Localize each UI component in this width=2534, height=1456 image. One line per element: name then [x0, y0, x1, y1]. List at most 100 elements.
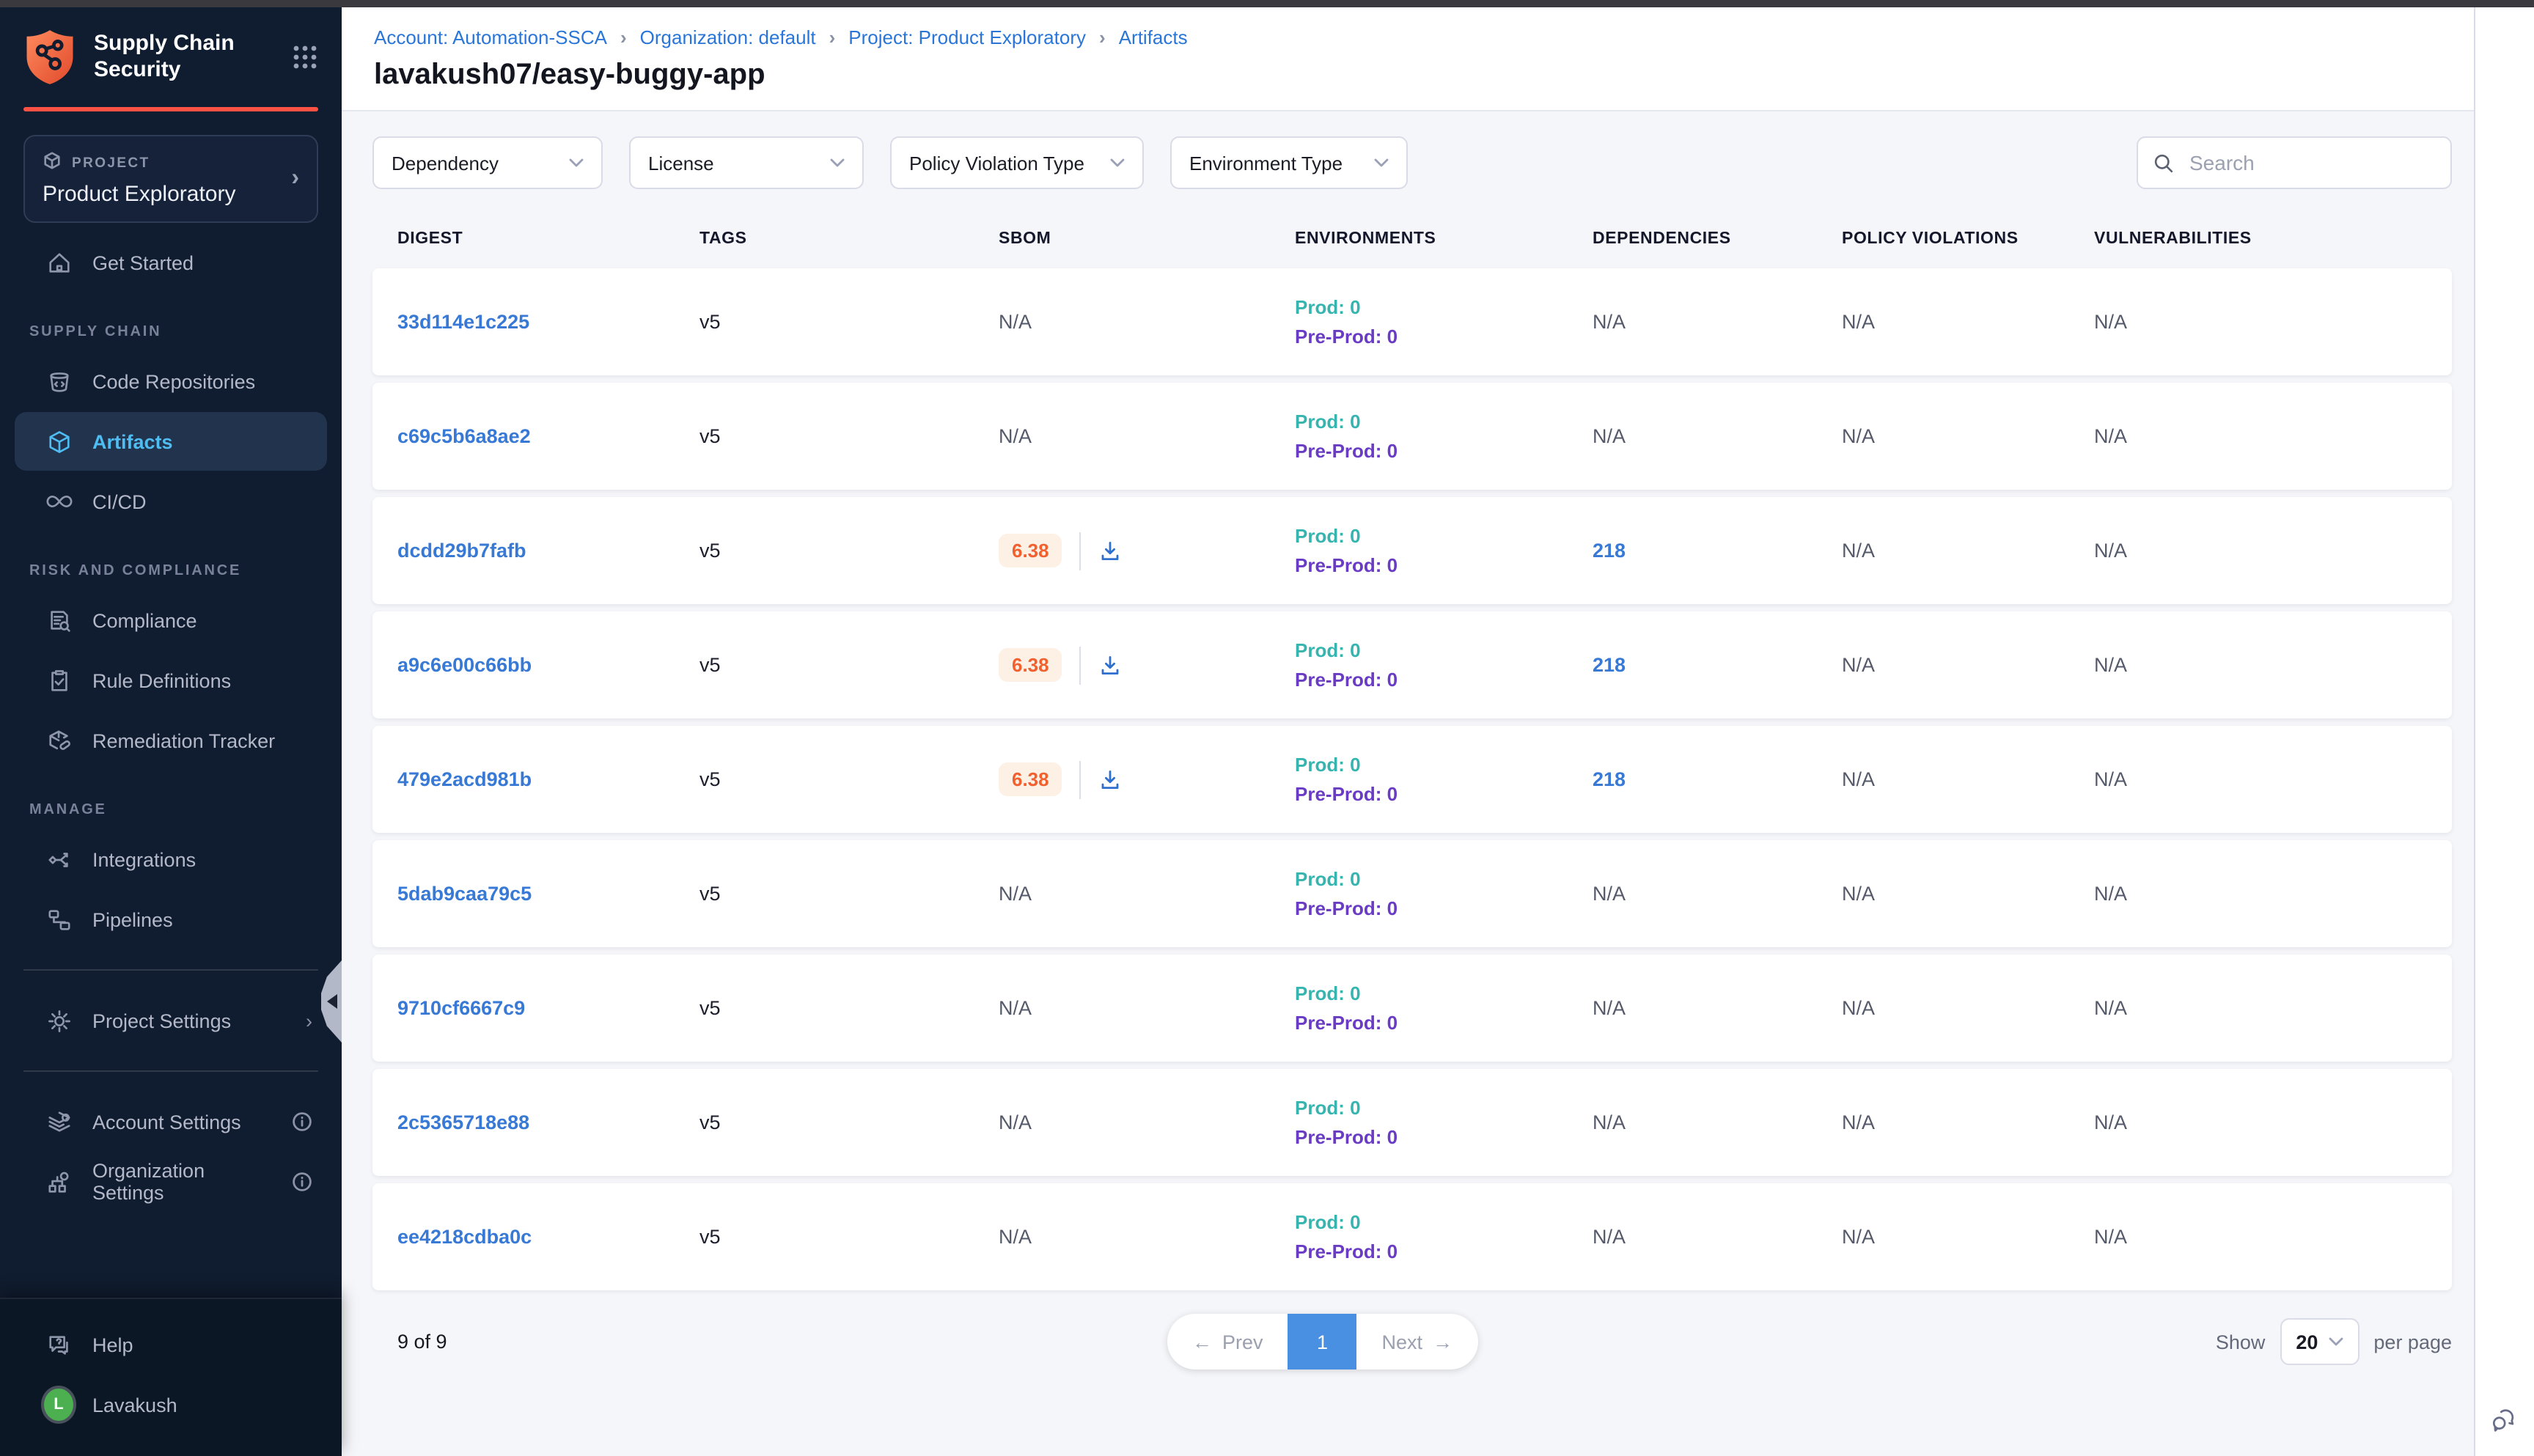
- artifact-table: DIGESTTAGSSBOMENVIRONMENTSDEPENDENCIESPO…: [372, 210, 2452, 1290]
- sidebar-nav: Get Started SUPPLY CHAIN Code Repositori…: [0, 223, 342, 1213]
- sbom-download-button[interactable]: [1099, 539, 1123, 562]
- sbom-score-badge: 6.38: [999, 648, 1062, 682]
- page-header: Account: Automation-SSCA › Organization:…: [342, 7, 2474, 111]
- tag-value: v5: [699, 1111, 721, 1133]
- digest-link[interactable]: 5dab9caa79c5: [397, 883, 532, 905]
- filter-bar: Dependency License Policy Violation Type: [372, 136, 2452, 189]
- breadcrumb-separator: ›: [620, 26, 627, 48]
- sidebar-item-cicd[interactable]: CI/CD: [15, 472, 327, 531]
- breadcrumb-artifacts[interactable]: Artifacts: [1119, 26, 1188, 48]
- digest-link[interactable]: a9c6e00c66bb: [397, 654, 532, 676]
- user-menu[interactable]: L Lavakush: [15, 1375, 327, 1434]
- sidebar-item-help[interactable]: Help: [15, 1315, 327, 1374]
- section-supply-chain: SUPPLY CHAIN: [0, 324, 342, 340]
- sidebar-item-compliance[interactable]: Compliance: [15, 591, 327, 650]
- dependencies-link[interactable]: 218: [1593, 654, 1626, 676]
- sidebar-item-remediation-tracker[interactable]: Remediation Tracker: [15, 711, 327, 770]
- filter-policy-violation-type[interactable]: Policy Violation Type: [890, 136, 1144, 189]
- tag-value: v5: [699, 311, 721, 333]
- table-row: 5dab9caa79c5v5N/AProd: 0Pre-Prod: 0N/AN/…: [372, 840, 2452, 947]
- env-preprod: Pre-Prod: 0: [1295, 1240, 1568, 1262]
- info-icon[interactable]: [292, 1111, 312, 1132]
- table-row: 2c5365718e88v5N/AProd: 0Pre-Prod: 0N/AN/…: [372, 1069, 2452, 1176]
- env-prod: Prod: 0: [1295, 296, 1568, 318]
- dependencies-value: N/A: [1593, 997, 1626, 1019]
- right-rail: [2474, 7, 2534, 1456]
- filter-environment-type[interactable]: Environment Type: [1170, 136, 1408, 189]
- digest-link[interactable]: 33d114e1c225: [397, 311, 529, 333]
- env-preprod: Pre-Prod: 0: [1295, 897, 1568, 919]
- env-preprod: Pre-Prod: 0: [1295, 1012, 1568, 1034]
- sbom-value: N/A: [999, 1226, 1032, 1248]
- policy-violations-value: N/A: [1842, 883, 1875, 905]
- artifact-table-header: DIGESTTAGSSBOMENVIRONMENTSDEPENDENCIESPO…: [372, 210, 2452, 268]
- env-preprod: Pre-Prod: 0: [1295, 440, 1568, 462]
- vulnerabilities-value: N/A: [2094, 883, 2127, 905]
- info-icon[interactable]: [292, 1172, 312, 1192]
- clipboard-check-icon: [44, 666, 73, 695]
- sbom-score-badge: 6.38: [999, 534, 1062, 567]
- page-size-select[interactable]: 20: [2280, 1318, 2359, 1365]
- tag-value: v5: [699, 883, 721, 905]
- breadcrumb-organization[interactable]: Organization: default: [640, 26, 816, 48]
- sbom-score-badge: 6.38: [999, 762, 1062, 796]
- table-row: 33d114e1c225v5N/AProd: 0Pre-Prod: 0N/AN/…: [372, 268, 2452, 375]
- column-header-dependencies: DEPENDENCIES: [1568, 230, 1817, 248]
- org-chart-gear-icon: [44, 1167, 73, 1196]
- next-page-button[interactable]: Next →: [1357, 1314, 1478, 1369]
- sidebar: Supply ChainSecurity PROJECT: [0, 7, 342, 1456]
- tag-value: v5: [699, 540, 721, 562]
- sidebar-item-rule-definitions[interactable]: Rule Definitions: [15, 651, 327, 710]
- dependencies-value: N/A: [1593, 1226, 1626, 1248]
- sidebar-item-account-settings[interactable]: Account Settings: [15, 1092, 327, 1151]
- dependencies-value: N/A: [1593, 311, 1626, 333]
- sidebar-item-project-settings[interactable]: Project Settings ›: [15, 991, 327, 1050]
- prev-page-button[interactable]: ← Prev: [1167, 1314, 1288, 1369]
- dependencies-link[interactable]: 218: [1593, 540, 1626, 562]
- project-selector[interactable]: PROJECT Product Exploratory ›: [23, 135, 318, 223]
- chat-feedback-button[interactable]: [2489, 1405, 2520, 1435]
- chevron-right-icon: ›: [291, 166, 299, 192]
- page-1-button[interactable]: 1: [1288, 1314, 1357, 1369]
- sidebar-item-pipelines[interactable]: Pipelines: [15, 890, 327, 949]
- dependencies-link[interactable]: 218: [1593, 768, 1626, 790]
- env-prod: Prod: 0: [1295, 868, 1568, 890]
- search-input[interactable]: [2186, 150, 2436, 176]
- sidebar-item-artifacts[interactable]: Artifacts: [15, 412, 327, 471]
- vulnerabilities-value: N/A: [2094, 1111, 2127, 1133]
- sidebar-item-get-started[interactable]: Get Started: [15, 233, 327, 292]
- table-row: dcdd29b7fafbv56.38Prod: 0Pre-Prod: 0218N…: [372, 497, 2452, 604]
- section-manage: MANAGE: [0, 802, 342, 818]
- filter-license[interactable]: License: [629, 136, 864, 189]
- breadcrumb-project[interactable]: Project: Product Exploratory: [848, 26, 1086, 48]
- sidebar-item-code-repositories[interactable]: Code Repositories: [15, 352, 327, 411]
- divider: [1080, 646, 1081, 684]
- chevron-right-icon: ›: [306, 1010, 312, 1032]
- table-row: 479e2acd981bv56.38Prod: 0Pre-Prod: 0218N…: [372, 726, 2452, 833]
- sidebar-item-organization-settings[interactable]: Organization Settings: [15, 1152, 327, 1211]
- digest-link[interactable]: 2c5365718e88: [397, 1111, 529, 1133]
- digest-link[interactable]: c69c5b6a8ae2: [397, 425, 531, 447]
- arrow-left-icon: ←: [1192, 1331, 1212, 1353]
- module-grid-icon[interactable]: [292, 44, 318, 70]
- chevron-down-icon: [830, 158, 845, 167]
- code-repository-icon: [44, 367, 73, 396]
- env-preprod: Pre-Prod: 0: [1295, 326, 1568, 348]
- policy-violations-value: N/A: [1842, 1226, 1875, 1248]
- sbom-download-button[interactable]: [1099, 768, 1123, 791]
- sbom-value: N/A: [999, 311, 1032, 333]
- env-preprod: Pre-Prod: 0: [1295, 669, 1568, 691]
- chevron-down-icon: [1374, 158, 1389, 167]
- sbom-download-button[interactable]: [1099, 653, 1123, 677]
- main-content: Account: Automation-SSCA › Organization:…: [342, 7, 2474, 1456]
- env-prod: Prod: 0: [1295, 1211, 1568, 1233]
- sidebar-item-integrations[interactable]: Integrations: [15, 830, 327, 889]
- digest-link[interactable]: ee4218cdba0c: [397, 1226, 532, 1248]
- env-prod: Prod: 0: [1295, 639, 1568, 661]
- breadcrumb-account[interactable]: Account: Automation-SSCA: [374, 26, 607, 48]
- filter-dependency[interactable]: Dependency: [372, 136, 603, 189]
- digest-link[interactable]: dcdd29b7fafb: [397, 540, 526, 562]
- digest-link[interactable]: 9710cf6667c9: [397, 997, 525, 1019]
- divider: [1080, 532, 1081, 570]
- digest-link[interactable]: 479e2acd981b: [397, 768, 532, 790]
